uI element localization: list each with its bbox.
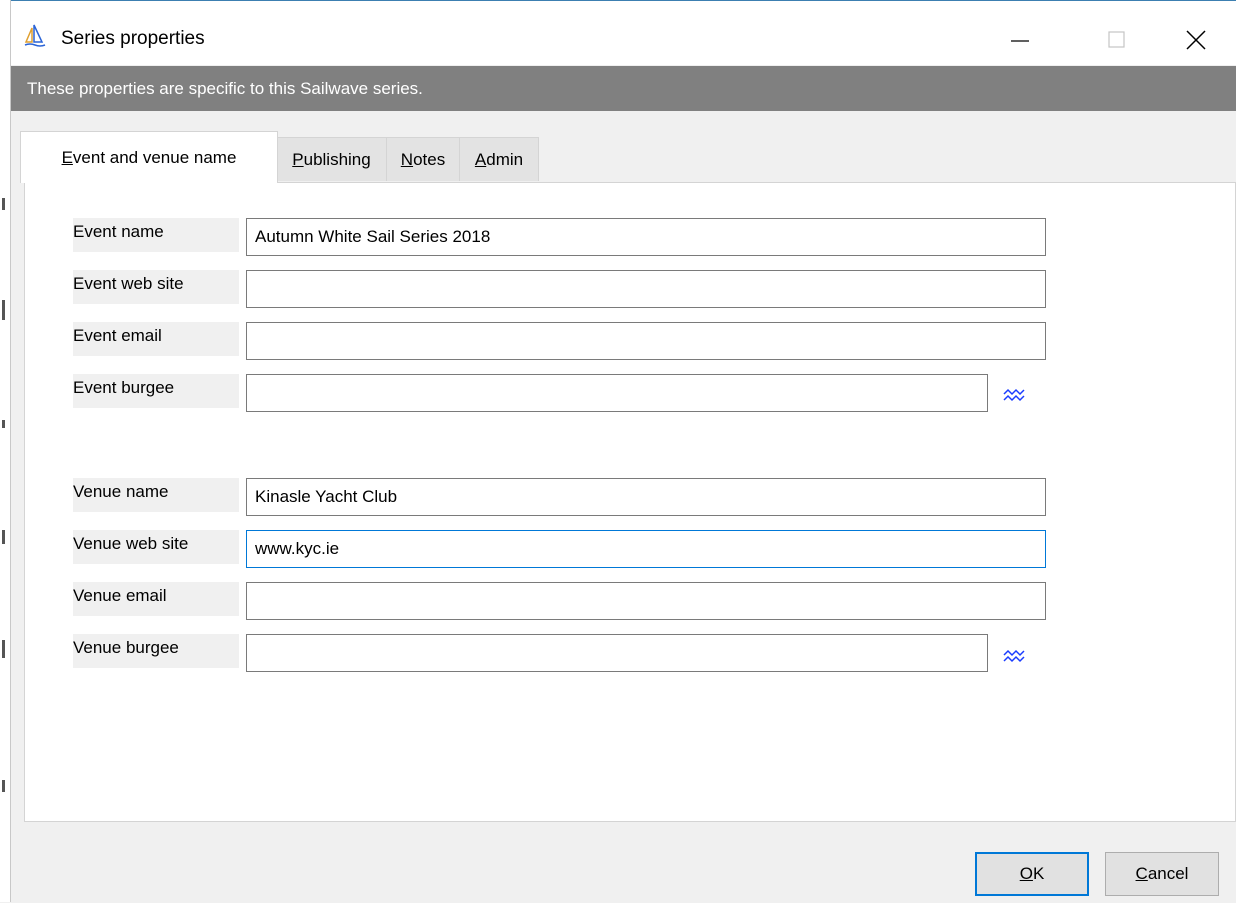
event-burgee-field[interactable]	[246, 374, 988, 412]
minimize-button[interactable]	[997, 17, 1043, 63]
tab-label: dmin	[486, 149, 524, 169]
tab-notes[interactable]: Notes	[386, 137, 460, 181]
browse-burgee-icon[interactable]	[1003, 388, 1025, 404]
edge-mark	[2, 640, 5, 658]
event-web-site-field[interactable]	[246, 270, 1046, 308]
venue-name-field[interactable]	[246, 478, 1046, 516]
browse-burgee-icon[interactable]	[1003, 649, 1025, 665]
tab-label: otes	[413, 149, 446, 169]
close-icon	[1186, 30, 1206, 50]
sailboat-icon	[23, 23, 47, 49]
window-title: Series properties	[61, 28, 205, 49]
info-banner: These properties are specific to this Sa…	[11, 66, 1236, 111]
edge-mark	[2, 530, 5, 544]
event-burgee-label: Event burgee	[73, 374, 239, 408]
edge-mark	[2, 300, 5, 320]
ok-button[interactable]: OK	[975, 852, 1089, 896]
edge-mark	[2, 198, 5, 210]
ok-accelerator: O	[1019, 864, 1033, 883]
venue-burgee-label: Venue burgee	[73, 634, 239, 668]
cancel-accelerator: C	[1135, 864, 1148, 883]
tab-publishing[interactable]: Publishing	[276, 137, 387, 181]
tab-panel-event-and-venue: Event name Event web site Event email Ev…	[24, 182, 1236, 822]
tab-accelerator: P	[292, 149, 304, 169]
minimize-icon	[1011, 40, 1029, 42]
venue-burgee-field[interactable]	[246, 634, 988, 672]
tab-admin[interactable]: Admin	[459, 137, 539, 181]
event-name-label: Event name	[73, 218, 239, 252]
venue-name-label: Venue name	[73, 478, 239, 512]
edge-mark	[2, 420, 5, 428]
series-properties-dialog: Series properties These properties are s…	[11, 0, 1236, 903]
venue-web-site-label: Venue web site	[73, 530, 239, 564]
cancel-label: ancel	[1147, 864, 1189, 883]
cancel-button[interactable]: Cancel	[1105, 852, 1219, 896]
event-email-label: Event email	[73, 322, 239, 356]
event-name-field[interactable]	[246, 218, 1046, 256]
tab-accelerator: E	[61, 147, 73, 167]
tab-event-and-venue-name[interactable]: Event and venue name	[20, 131, 278, 183]
edge-mark	[2, 780, 5, 792]
tab-label: vent and venue name	[72, 147, 237, 167]
venue-web-site-field[interactable]	[246, 530, 1046, 568]
tab-accelerator: N	[400, 149, 414, 169]
background-window-edge	[0, 0, 11, 902]
title-bar[interactable]: Series properties	[11, 1, 1236, 65]
venue-email-label: Venue email	[73, 582, 239, 616]
event-email-field[interactable]	[246, 322, 1046, 360]
ok-label: K	[1032, 864, 1045, 883]
tab-label: ublishing	[303, 149, 371, 169]
maximize-button[interactable]	[1094, 17, 1140, 63]
close-button[interactable]	[1173, 17, 1219, 63]
tab-accelerator: A	[474, 149, 487, 169]
maximize-icon	[1108, 31, 1125, 48]
venue-email-field[interactable]	[246, 582, 1046, 620]
event-web-site-label: Event web site	[73, 270, 239, 304]
